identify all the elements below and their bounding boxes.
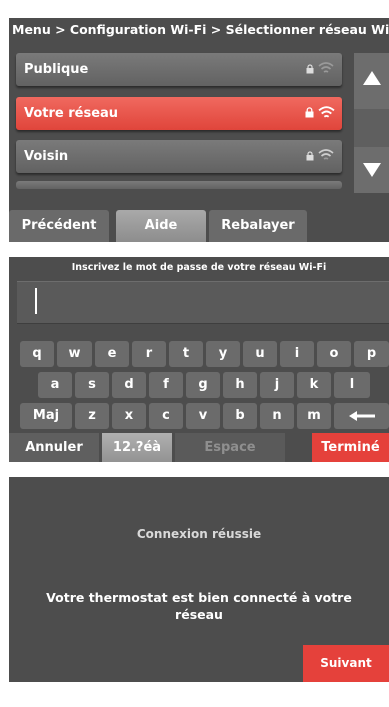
key-h[interactable]: h bbox=[223, 372, 257, 398]
network-row-partial bbox=[16, 181, 342, 189]
key-a[interactable]: a bbox=[38, 372, 72, 398]
network-row-votre-reseau[interactable]: Votre réseau bbox=[16, 97, 342, 130]
key-r[interactable]: r bbox=[132, 341, 166, 367]
key-x[interactable]: x bbox=[112, 403, 146, 429]
key-i[interactable]: i bbox=[280, 341, 314, 367]
scroll-up-button[interactable] bbox=[354, 53, 389, 109]
key-s[interactable]: s bbox=[75, 372, 109, 398]
help-button[interactable]: Aide bbox=[116, 210, 206, 242]
breadcrumb: Menu > Configuration Wi-Fi > Sélectionne… bbox=[12, 22, 389, 37]
key-l[interactable]: l bbox=[334, 372, 370, 398]
key-k[interactable]: k bbox=[297, 372, 331, 398]
key-d[interactable]: d bbox=[112, 372, 146, 398]
network-name: Voisin bbox=[24, 149, 69, 164]
key-m[interactable]: m bbox=[297, 403, 331, 429]
key-g[interactable]: g bbox=[186, 372, 220, 398]
network-row-voisin[interactable]: Voisin bbox=[16, 140, 342, 173]
lock-icon bbox=[306, 151, 314, 161]
wifi-icon bbox=[318, 62, 334, 73]
rescan-button[interactable]: Rebalayer bbox=[209, 210, 307, 242]
next-button[interactable]: Suivant bbox=[303, 645, 389, 682]
key-t[interactable]: t bbox=[169, 341, 203, 367]
connection-success-screen: Connexion réussie Votre thermostat est b… bbox=[9, 477, 389, 682]
symbols-button[interactable]: 12.?éà bbox=[102, 433, 172, 462]
triangle-down-icon bbox=[363, 163, 381, 177]
wifi-network-select-screen: Menu > Configuration Wi-Fi > Sélectionne… bbox=[9, 18, 389, 242]
cancel-button[interactable]: Annuler bbox=[9, 433, 99, 462]
previous-button[interactable]: Précédent bbox=[9, 210, 109, 242]
key-j[interactable]: j bbox=[260, 372, 294, 398]
key-n[interactable]: n bbox=[260, 403, 294, 429]
key-b[interactable]: b bbox=[223, 403, 257, 429]
key-c[interactable]: c bbox=[149, 403, 183, 429]
lock-icon bbox=[306, 64, 314, 74]
key-u[interactable]: u bbox=[243, 341, 277, 367]
key-f[interactable]: f bbox=[149, 372, 183, 398]
lock-icon bbox=[305, 107, 314, 118]
scroll-down-button[interactable] bbox=[354, 147, 389, 193]
password-entry-screen: Inscrivez le mot de passe de votre résea… bbox=[9, 257, 389, 462]
triangle-up-icon bbox=[363, 71, 381, 85]
text-caret bbox=[35, 288, 37, 314]
network-name: Publique bbox=[24, 62, 89, 77]
key-z[interactable]: z bbox=[75, 403, 109, 429]
shift-key[interactable]: Maj bbox=[20, 403, 72, 429]
network-row-publique[interactable]: Publique bbox=[16, 53, 342, 86]
scrollbar-track[interactable] bbox=[354, 109, 389, 147]
password-prompt-title: Inscrivez le mot de passe de votre résea… bbox=[71, 262, 327, 273]
done-button[interactable]: Terminé bbox=[312, 433, 389, 462]
space-key[interactable]: Espace bbox=[175, 433, 285, 462]
key-e[interactable]: e bbox=[95, 341, 129, 367]
key-q[interactable]: q bbox=[20, 341, 54, 367]
success-title: Connexion réussie bbox=[136, 527, 262, 541]
key-v[interactable]: v bbox=[186, 403, 220, 429]
key-o[interactable]: o bbox=[317, 341, 351, 367]
arrow-left-icon bbox=[348, 411, 375, 421]
wifi-icon bbox=[318, 149, 334, 160]
key-y[interactable]: y bbox=[206, 341, 240, 367]
password-input[interactable] bbox=[17, 281, 389, 324]
backspace-key[interactable] bbox=[334, 403, 389, 429]
network-name: Votre réseau bbox=[24, 106, 119, 121]
wifi-icon bbox=[318, 106, 335, 118]
key-p[interactable]: p bbox=[354, 341, 389, 367]
success-message: Votre thermostat est bien connecté à vot… bbox=[46, 590, 352, 622]
key-w[interactable]: w bbox=[57, 341, 92, 367]
